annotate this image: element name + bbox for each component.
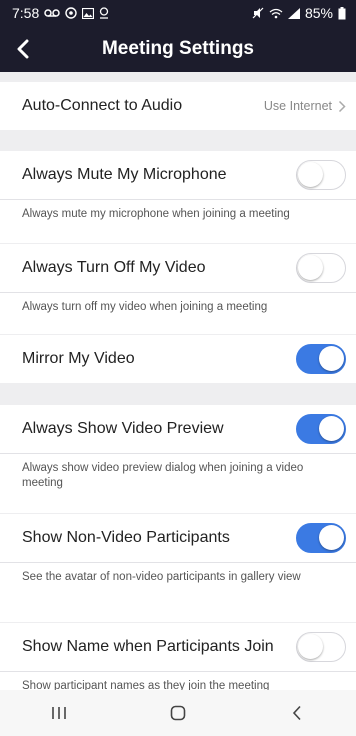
setting-description: Show participant names as they join the …	[0, 671, 356, 690]
video-off-toggle[interactable]	[296, 253, 346, 283]
setting-value: Use Internet	[264, 99, 346, 113]
battery-percent: 85%	[304, 5, 333, 21]
non-video-toggle[interactable]	[296, 523, 346, 553]
toggle-knob	[319, 416, 344, 441]
setting-label: Mirror My Video	[22, 350, 135, 367]
setting-always-mute-mic[interactable]: Always Mute My Microphone	[0, 151, 356, 199]
mirror-video-toggle[interactable]	[296, 344, 346, 374]
mute-mic-toggle[interactable]	[296, 160, 346, 190]
setting-show-video-preview[interactable]: Always Show Video Preview	[0, 405, 356, 453]
settings-list[interactable]: Auto-Connect to Audio Use Internet Alway…	[0, 72, 356, 690]
voicemail-icon	[44, 8, 60, 18]
toggle-knob	[298, 255, 323, 280]
home-button[interactable]	[158, 698, 198, 728]
setting-description: See the avatar of non-video participants…	[0, 562, 356, 622]
setting-label: Always Mute My Microphone	[22, 166, 227, 183]
chevron-right-icon	[338, 100, 346, 112]
recent-apps-icon	[52, 707, 67, 719]
toggle-knob	[298, 162, 323, 187]
wifi-icon	[269, 8, 283, 19]
setting-description: Always show video preview dialog when jo…	[0, 453, 356, 513]
setting-label: Show Non-Video Participants	[22, 529, 230, 546]
status-bar: 7:58 85%	[0, 0, 356, 26]
setting-show-non-video-participants[interactable]: Show Non-Video Participants	[0, 514, 356, 562]
home-icon	[170, 705, 186, 721]
status-time: 7:58	[12, 5, 40, 21]
back-icon	[292, 705, 301, 721]
setting-label: Auto-Connect to Audio	[22, 97, 183, 114]
location-icon	[99, 7, 109, 19]
status-right: 85%	[252, 5, 346, 21]
toggle-knob	[319, 346, 344, 371]
auto-connect-value: Use Internet	[263, 99, 332, 113]
page-title: Meeting Settings	[101, 38, 254, 59]
setting-label: Show Name when Participants Join	[22, 638, 274, 655]
recent-apps-button[interactable]	[39, 698, 79, 728]
settings-notification-icon	[65, 7, 77, 19]
chevron-left-icon	[17, 39, 29, 59]
system-back-button[interactable]	[277, 698, 317, 728]
setting-description: Always mute my microphone when joining a…	[0, 199, 356, 243]
setting-label: Always Show Video Preview	[22, 420, 224, 437]
setting-auto-connect-audio[interactable]: Auto-Connect to Audio Use Internet	[0, 82, 356, 130]
back-button[interactable]	[8, 34, 38, 64]
signal-icon	[287, 7, 300, 19]
toggle-knob	[319, 525, 344, 550]
setting-description: Always turn off my video when joining a …	[0, 292, 356, 334]
setting-mirror-video[interactable]: Mirror My Video	[0, 335, 356, 383]
setting-label: Always Turn Off My Video	[22, 259, 206, 276]
setting-show-name-on-join[interactable]: Show Name when Participants Join	[0, 623, 356, 671]
video-preview-toggle[interactable]	[296, 414, 346, 444]
mute-icon	[252, 7, 264, 19]
show-name-toggle[interactable]	[296, 632, 346, 662]
image-notification-icon	[82, 7, 95, 19]
status-left: 7:58	[12, 5, 109, 21]
app-header: Meeting Settings	[0, 26, 356, 72]
battery-icon	[338, 6, 346, 20]
system-nav-bar	[0, 690, 356, 736]
setting-always-turn-off-video[interactable]: Always Turn Off My Video	[0, 244, 356, 292]
toggle-knob	[298, 634, 323, 659]
